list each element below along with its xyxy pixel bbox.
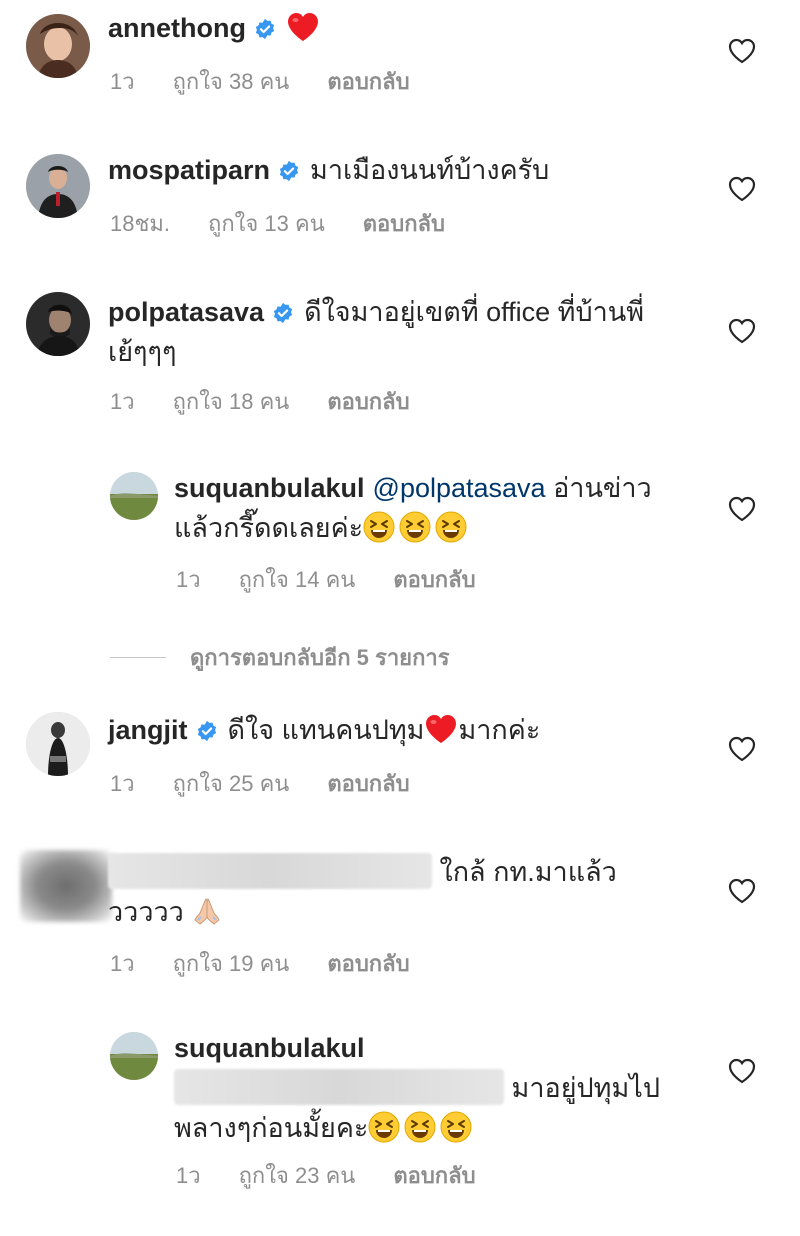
avatar[interactable] [26, 712, 90, 776]
reply-button[interactable]: ตอบกลับ [327, 389, 409, 414]
red-heart-emoji [424, 713, 458, 745]
blurred-username[interactable] [108, 853, 432, 889]
avatar[interactable] [110, 472, 158, 520]
blurred-mention[interactable] [174, 1069, 504, 1105]
avatar[interactable] [20, 850, 112, 922]
comment-body: annethong [108, 8, 708, 48]
reply-button[interactable]: ตอบกลับ [327, 69, 409, 94]
view-more-replies-label: ดูการตอบกลับอีก 5 รายการ [190, 645, 450, 670]
comment-text: อ่านข่าว [553, 473, 652, 503]
avatar[interactable] [26, 14, 90, 78]
username[interactable]: polpatasava [108, 297, 264, 327]
username[interactable]: suquanbulakul [174, 1033, 365, 1063]
like-count[interactable]: ถูกใจ 19 คน [173, 951, 290, 976]
heart-outline-icon[interactable] [728, 736, 756, 762]
comment-body: jangjit ดีใจ แทนคนปทุม มากค่ะ [108, 710, 708, 750]
reply-button[interactable]: ตอบกลับ [393, 1163, 475, 1188]
username[interactable]: annethong [108, 13, 246, 43]
reply-button[interactable]: ตอบกลับ [327, 951, 409, 976]
username[interactable]: mospatiparn [108, 155, 270, 185]
like-count[interactable]: ถูกใจ 25 คน [173, 771, 290, 796]
heart-outline-icon[interactable] [728, 496, 756, 522]
comment-text-line2: พลางๆก่อนมั้ยคะ [174, 1113, 369, 1143]
like-count[interactable]: ถูกใจ 38 คน [173, 69, 290, 94]
like-count[interactable]: ถูกใจ 18 คน [173, 389, 290, 414]
verified-badge-icon [254, 18, 276, 40]
comment-meta: 1ว ถูกใจ 14 คน ตอบกลับ [176, 562, 514, 597]
comment-body: polpatasava ดีใจมาอยู่เขตที่ office ที่บ้… [108, 292, 708, 372]
heart-outline-icon[interactable] [728, 1058, 756, 1084]
comment-meta: 1ว ถูกใจ 19 คน ตอบกลับ [110, 946, 448, 981]
comment-body: mospatiparn มาเมืองนนท์บ้างครับ [108, 150, 708, 190]
timestamp: 1ว [176, 567, 201, 592]
comment-text: ใกล้ กท.มาแล้ว [439, 857, 617, 887]
comment-meta: 18ชม. ถูกใจ 13 คน ตอบกลับ [110, 206, 483, 241]
heart-outline-icon[interactable] [728, 318, 756, 344]
like-count[interactable]: ถูกใจ 23 คน [239, 1163, 356, 1188]
like-count[interactable]: ถูกใจ 13 คน [208, 211, 325, 236]
laughing-face-emoji [435, 511, 467, 543]
laughing-face-emoji [399, 511, 431, 543]
avatar[interactable] [26, 292, 90, 356]
comment-body: ใกล้ กท.มาแล้ว ววววว [108, 852, 708, 932]
folded-hands-emoji [191, 895, 223, 927]
comment-text-line2: แล้วกรี๊ดดเลยค่ะ [174, 513, 364, 543]
timestamp: 1ว [110, 389, 135, 414]
view-more-replies-button[interactable]: ดูการตอบกลับอีก 5 รายการ [110, 640, 450, 675]
comment-text-after: มากค่ะ [458, 715, 541, 745]
heart-outline-icon[interactable] [728, 176, 756, 202]
username[interactable]: jangjit [108, 715, 188, 745]
reply-button[interactable]: ตอบกลับ [363, 211, 445, 236]
comment-body: suquanbulakul @polpatasava อ่านข่าว แล้วก… [174, 468, 694, 548]
verified-badge-icon [196, 720, 218, 742]
laughing-face-emoji [363, 511, 395, 543]
laughing-face-emoji [404, 1111, 436, 1143]
timestamp: 1ว [176, 1163, 201, 1188]
comment-meta: 1ว ถูกใจ 23 คน ตอบกลับ [176, 1158, 514, 1193]
comment-meta: 1ว ถูกใจ 25 คน ตอบกลับ [110, 766, 448, 801]
comment-body: suquanbulakul มาอยู่ปทุมไป พลางๆก่อนมั้ย… [174, 1028, 694, 1148]
timestamp: 1ว [110, 771, 135, 796]
laughing-face-emoji [368, 1111, 400, 1143]
comment-meta: 1ว ถูกใจ 38 คน ตอบกลับ [110, 64, 448, 99]
avatar[interactable] [26, 154, 90, 218]
heart-outline-icon[interactable] [728, 878, 756, 904]
comment-text-line2: ววววว [108, 897, 184, 927]
comment-text-line2: เย้ๆๆๆ [108, 337, 177, 367]
verified-badge-icon [278, 160, 300, 182]
reply-button[interactable]: ตอบกลับ [327, 771, 409, 796]
red-heart-emoji [286, 11, 320, 43]
mention-link[interactable]: @polpatasava [373, 473, 546, 503]
avatar[interactable] [110, 1032, 158, 1080]
timestamp: 1ว [110, 69, 135, 94]
timestamp: 1ว [110, 951, 135, 976]
comment-text: มาเมืองนนท์บ้างครับ [310, 155, 550, 185]
like-count[interactable]: ถูกใจ 14 คน [239, 567, 356, 592]
username[interactable]: suquanbulakul [174, 473, 365, 503]
verified-badge-icon [272, 302, 294, 324]
laughing-face-emoji [440, 1111, 472, 1143]
heart-outline-icon[interactable] [728, 38, 756, 64]
divider-line [110, 657, 166, 658]
comment-text: ดีใจ แทนคนปทุม [227, 715, 425, 745]
reply-button[interactable]: ตอบกลับ [393, 567, 475, 592]
comment-meta: 1ว ถูกใจ 18 คน ตอบกลับ [110, 384, 448, 419]
comment-text: มาอยู่ปทุมไป [511, 1073, 660, 1103]
comment-text: ดีใจมาอยู่เขตที่ office ที่บ้านพี่ [304, 297, 645, 327]
timestamp: 18ชม. [110, 211, 171, 236]
